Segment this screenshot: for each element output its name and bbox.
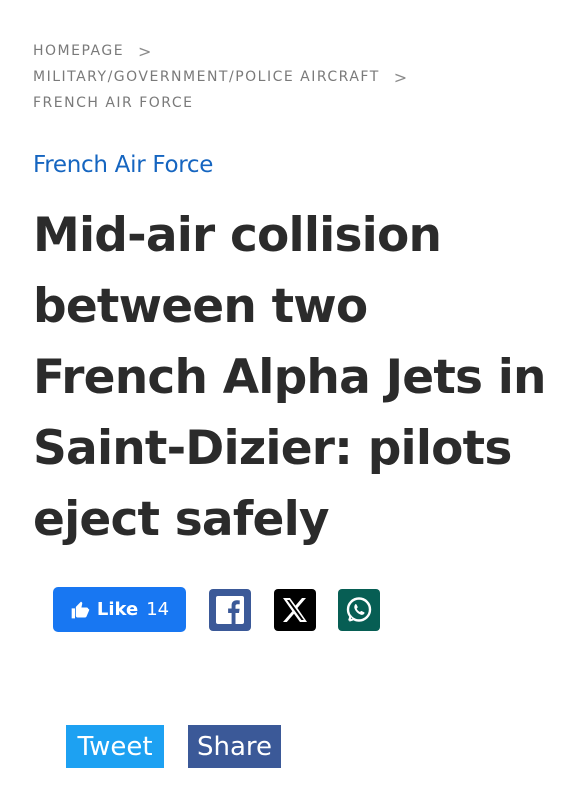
whatsapp-icon: [346, 597, 372, 622]
breadcrumb: HOMEPAGE > MILITARY/GOVERNMENT/POLICE AI…: [33, 38, 407, 116]
chevron-right-icon: >: [393, 67, 408, 87]
whatsapp-share-button[interactable]: [338, 589, 380, 631]
like-label: Like: [96, 599, 139, 620]
facebook-icon: [216, 596, 244, 624]
article-title: Mid-air collision between two French Alp…: [33, 208, 547, 547]
share-button[interactable]: Share: [188, 725, 281, 768]
breadcrumb-label: MILITARY/GOVERNMENT/POLICE AIRCRAFT: [33, 69, 380, 85]
x-icon: [283, 598, 307, 622]
breadcrumb-label: HOMEPAGE: [33, 43, 125, 59]
chevron-right-icon: >: [138, 41, 152, 61]
breadcrumb-item-military[interactable]: MILITARY/GOVERNMENT/POLICE AIRCRAFT >: [33, 64, 407, 90]
like-button[interactable]: Like 14: [53, 587, 186, 632]
breadcrumb-label: FRENCH AIR FORCE: [33, 95, 194, 111]
like-count: 14: [146, 599, 170, 620]
facebook-share-button[interactable]: [209, 589, 251, 631]
breadcrumb-item-french-air-force[interactable]: FRENCH AIR FORCE: [33, 90, 407, 116]
breadcrumb-item-homepage[interactable]: HOMEPAGE >: [33, 38, 407, 64]
category-link[interactable]: French Air Force: [33, 152, 213, 178]
thumbs-up-icon: [71, 601, 90, 618]
x-share-button[interactable]: [274, 589, 316, 631]
tweet-button[interactable]: Tweet: [66, 725, 164, 768]
